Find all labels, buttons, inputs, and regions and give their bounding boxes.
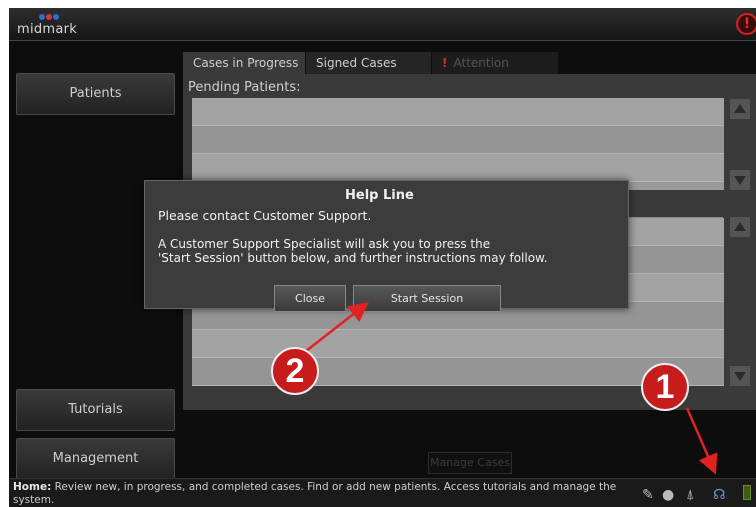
dialog-detail-line1: A Customer Support Specialist will ask y…	[158, 237, 491, 251]
status-text: Review new, in progress, and completed c…	[13, 481, 617, 506]
midmark-logo: midmark	[17, 14, 87, 38]
tab-attention-label: Attention	[453, 56, 509, 70]
pending-patients-list[interactable]	[192, 98, 724, 190]
pending-patients-label: Pending Patients:	[188, 80, 301, 95]
nav-tutorials-button[interactable]: Tutorials	[16, 389, 175, 431]
tab-attention[interactable]: ! Attention	[432, 52, 558, 74]
chat-icon[interactable]: ●	[662, 487, 674, 503]
scroll-up-button-2[interactable]	[730, 217, 750, 237]
help-line-dialog: Help Line Please contact Customer Suppor…	[144, 180, 629, 312]
tab-cases-in-progress[interactable]: Cases in Progress	[183, 52, 305, 74]
logo-text: midmark	[17, 22, 78, 37]
dialog-detail-line2: 'Start Session' button below, and furthe…	[158, 251, 548, 265]
status-prefix: Home:	[13, 481, 52, 493]
dialog-detail: A Customer Support Specialist will ask y…	[158, 237, 623, 265]
table-row[interactable]	[192, 330, 724, 358]
app-window: midmark ! Patients Tutorials Management …	[9, 8, 756, 507]
status-help-text: Home: Review new, in progress, and compl…	[13, 481, 623, 507]
nav-management-button[interactable]: Management	[16, 438, 175, 480]
alert-icon[interactable]: !	[736, 13, 756, 35]
antenna-icon[interactable]: ⍋	[686, 487, 694, 503]
pen-icon[interactable]: ✎	[642, 487, 654, 503]
logo-dots-icon	[39, 14, 63, 22]
list-item[interactable]	[192, 98, 724, 126]
arrow-down-icon	[734, 176, 746, 185]
dialog-message: Please contact Customer Support.	[158, 208, 372, 223]
manage-cases-button[interactable]: Manage Cases	[428, 452, 512, 474]
callout-2: 2	[271, 347, 319, 395]
list-item[interactable]	[192, 154, 724, 182]
nav-patients-button[interactable]: Patients	[16, 73, 175, 115]
start-session-button[interactable]: Start Session	[353, 285, 501, 312]
help-line-icon[interactable]: ☊	[713, 487, 725, 503]
scroll-down-button[interactable]	[730, 170, 750, 190]
list-item[interactable]	[192, 126, 724, 154]
arrow-up-icon	[734, 104, 746, 113]
scroll-down-button-2[interactable]	[730, 366, 750, 386]
close-button[interactable]: Close	[274, 285, 346, 312]
battery-icon	[743, 485, 751, 500]
dialog-title: Help Line	[345, 188, 414, 203]
arrow-up-icon	[734, 222, 746, 231]
scroll-up-button[interactable]	[730, 99, 750, 119]
tab-signed-cases[interactable]: Signed Cases	[306, 52, 431, 74]
top-bar: midmark !	[9, 8, 756, 41]
status-bar: Home: Review new, in progress, and compl…	[9, 478, 756, 507]
callout-1: 1	[641, 363, 689, 411]
arrow-down-icon	[734, 372, 746, 381]
attention-icon: !	[442, 56, 448, 70]
